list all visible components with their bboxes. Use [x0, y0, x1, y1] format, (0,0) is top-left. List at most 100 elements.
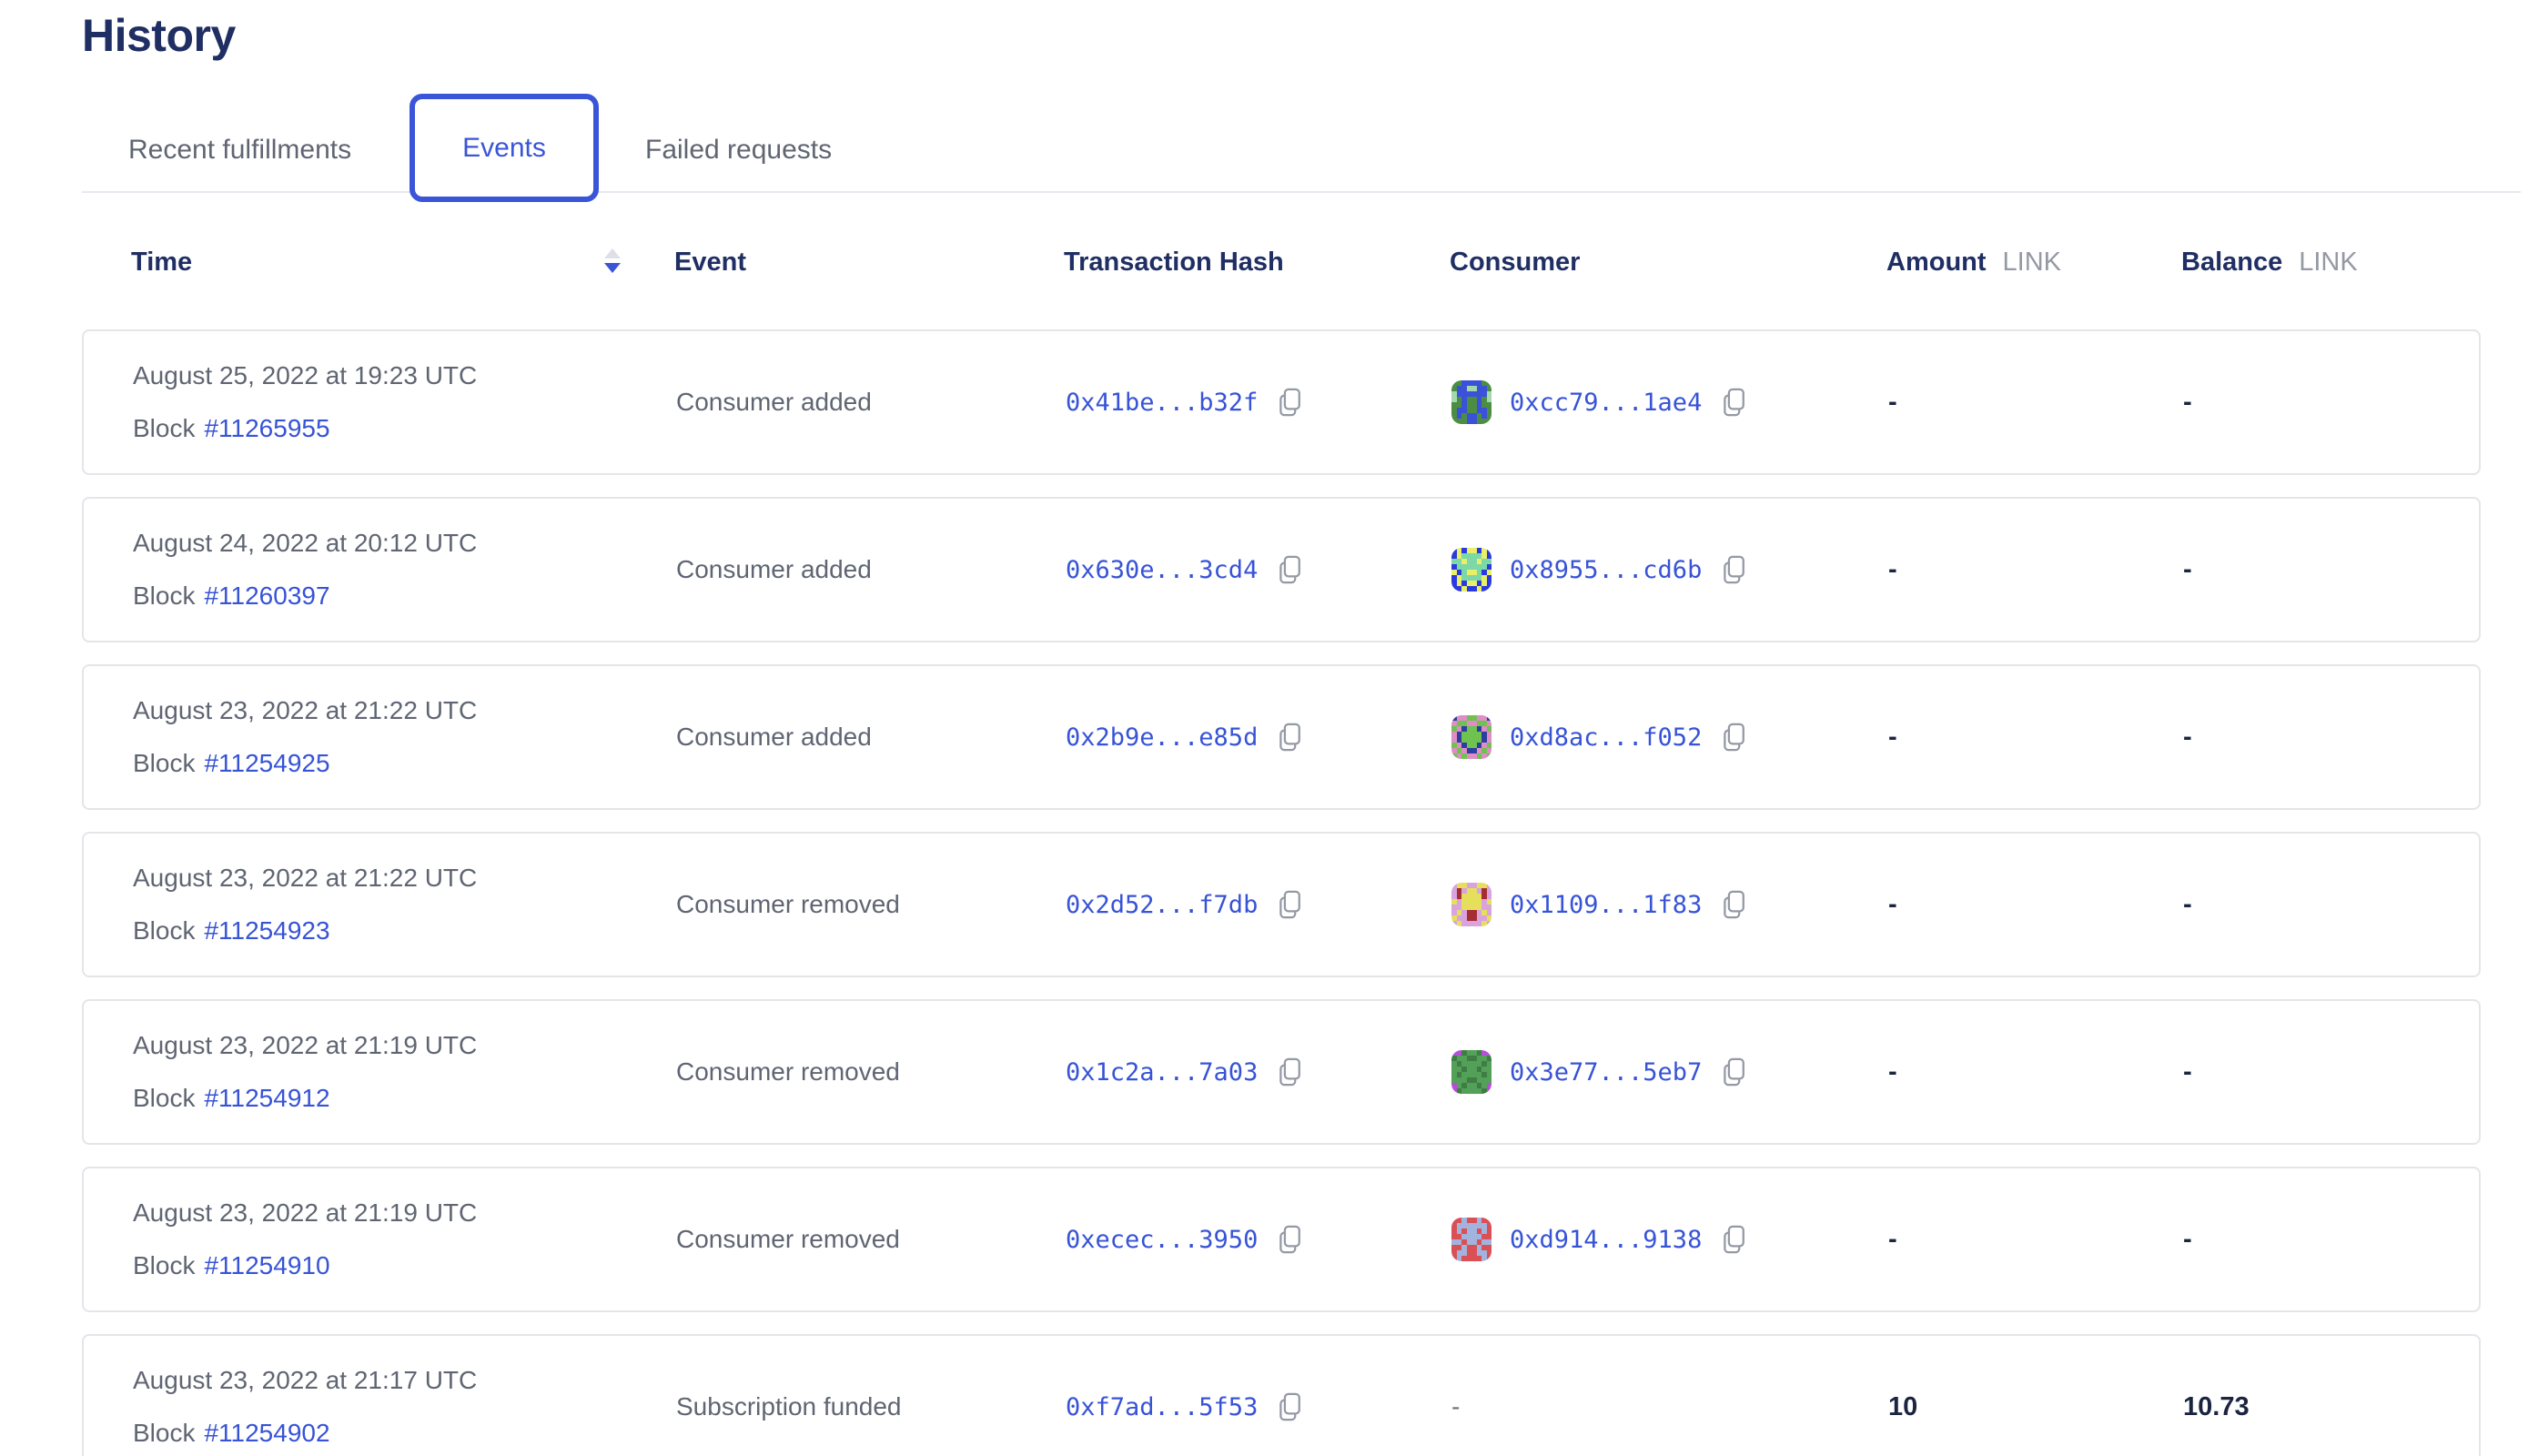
tab-events-label: Events — [462, 133, 546, 164]
balance-cell: 10.73 — [2183, 1336, 2250, 1456]
time-cell: August 23, 2022 at 21:17 UTC Block #11254… — [133, 1336, 477, 1456]
table-row: August 23, 2022 at 21:19 UTC Block #11254… — [82, 1167, 2481, 1312]
table-row: August 23, 2022 at 21:19 UTC Block #11254… — [82, 999, 2481, 1145]
consumer-address-link[interactable]: 0xd8ac...f052 — [1510, 723, 1702, 752]
tab-recent-fulfillments[interactable]: Recent fulfillments — [128, 135, 351, 166]
column-header-transaction-hash: Transaction Hash — [1064, 248, 1284, 278]
tx-copy-icon[interactable] — [1276, 554, 1303, 585]
block-label: Block — [133, 1419, 195, 1447]
column-header-event: Event — [674, 248, 746, 278]
table-row: August 24, 2022 at 20:12 UTC Block#11260… — [82, 497, 2481, 642]
tab-failed-requests[interactable]: Failed requests — [645, 135, 832, 166]
consumer-cell: 0x1109...1f83 — [1451, 834, 1747, 976]
amount-cell: - — [1888, 666, 1897, 808]
block-label: Block — [133, 916, 195, 945]
row-block: Block #11254902 — [133, 1419, 477, 1448]
consumer-cell: 0x8955...cd6b — [1451, 499, 1747, 641]
tx-copy-icon[interactable] — [1276, 722, 1303, 753]
row-date: August 23, 2022 at 21:17 UTC — [133, 1366, 477, 1395]
tx-hash-link[interactable]: 0xecec...3950 — [1066, 1226, 1258, 1254]
amount-cell: - — [1888, 1001, 1897, 1143]
column-header-time[interactable]: Time — [131, 248, 192, 278]
consumer-cell: 0xd8ac...f052 — [1451, 666, 1747, 808]
row-date: August 23, 2022 at 21:19 UTC — [133, 1198, 477, 1228]
consumer-address-link[interactable]: 0x3e77...5eb7 — [1510, 1058, 1702, 1087]
consumer-avatar — [1451, 380, 1492, 424]
time-cell: August 23, 2022 at 21:22 UTC Block#11254… — [133, 666, 477, 838]
amount-cell: - — [1888, 834, 1897, 976]
tx-hash-link[interactable]: 0x630e...3cd4 — [1066, 556, 1258, 584]
tab-events[interactable]: Events — [410, 94, 599, 202]
block-label: Block — [133, 1084, 195, 1112]
table-row: August 23, 2022 at 21:17 UTC Block #11254… — [82, 1334, 2481, 1456]
consumer-address-link[interactable]: 0x8955...cd6b — [1510, 556, 1702, 584]
consumer-cell: 0xd914...9138 — [1451, 1168, 1747, 1310]
tx-copy-icon[interactable] — [1276, 1057, 1303, 1087]
block-number-link[interactable]: #11254910 — [204, 1251, 329, 1279]
balance-cell: - — [2183, 499, 2192, 641]
tx-hash-link[interactable]: 0x1c2a...7a03 — [1066, 1058, 1258, 1087]
tx-copy-icon[interactable] — [1276, 387, 1303, 418]
event-cell: Consumer added — [676, 499, 872, 641]
transaction-hash-cell: 0x2b9e...e85d — [1066, 666, 1303, 808]
time-cell: August 23, 2022 at 21:19 UTC Block #11254… — [133, 1168, 477, 1340]
block-number-link[interactable]: #11260397 — [204, 581, 329, 610]
block-label: Block — [133, 414, 195, 442]
block-number-link[interactable]: #11254923 — [204, 916, 329, 945]
balance-cell: - — [2183, 834, 2192, 976]
event-cell: Consumer removed — [676, 1168, 900, 1310]
block-number-link[interactable]: #11254902 — [204, 1419, 329, 1447]
consumer-copy-icon[interactable] — [1720, 889, 1747, 920]
balance-label: Balance — [2181, 248, 2282, 278]
event-cell: Consumer added — [676, 666, 872, 808]
amount-unit-label: LINK — [2003, 248, 2061, 278]
row-block: Block #11265955 — [133, 414, 477, 443]
table-row: August 23, 2022 at 21:22 UTC Block#11254… — [82, 664, 2481, 810]
tx-hash-link[interactable]: 0x41be...b32f — [1066, 389, 1258, 417]
block-label: Block — [133, 1251, 195, 1279]
consumer-copy-icon[interactable] — [1720, 554, 1747, 585]
block-number-link[interactable]: #11254925 — [204, 749, 329, 777]
tx-copy-icon[interactable] — [1276, 1391, 1303, 1422]
consumer-cell: - — [1451, 1336, 1460, 1456]
balance-cell: - — [2183, 331, 2192, 473]
consumer-address-link[interactable]: 0xd914...9138 — [1510, 1226, 1702, 1254]
balance-unit-label: LINK — [2299, 248, 2357, 278]
row-date: August 25, 2022 at 19:23 UTC — [133, 361, 477, 390]
tx-hash-link[interactable]: 0x2d52...f7db — [1066, 891, 1258, 919]
tx-copy-icon[interactable] — [1276, 1224, 1303, 1255]
row-date: August 23, 2022 at 21:19 UTC — [133, 1031, 477, 1060]
history-page: History Recent fulfillments Events Faile… — [0, 0, 2528, 1456]
block-number-link[interactable]: #11265955 — [204, 414, 329, 442]
transaction-hash-cell: 0x1c2a...7a03 — [1066, 1001, 1303, 1143]
tx-copy-icon[interactable] — [1276, 889, 1303, 920]
row-date: August 23, 2022 at 21:22 UTC — [133, 696, 477, 725]
consumer-copy-icon[interactable] — [1720, 722, 1747, 753]
time-cell: August 23, 2022 at 21:19 UTC Block #11254… — [133, 1001, 477, 1173]
amount-cell: - — [1888, 331, 1897, 473]
event-cell: Consumer added — [676, 331, 872, 473]
time-cell: August 24, 2022 at 20:12 UTC Block#11260… — [133, 499, 477, 671]
amount-cell: 10 — [1888, 1336, 1917, 1456]
consumer-copy-icon[interactable] — [1720, 387, 1747, 418]
consumer-avatar — [1451, 1050, 1492, 1094]
block-label: Block — [133, 581, 195, 610]
tx-hash-link[interactable]: 0x2b9e...e85d — [1066, 723, 1258, 752]
row-block: Block #11254923 — [133, 916, 477, 945]
event-cell: Consumer removed — [676, 1001, 900, 1143]
event-cell: Consumer removed — [676, 834, 900, 976]
consumer-address-link[interactable]: 0x1109...1f83 — [1510, 891, 1702, 919]
tx-hash-link[interactable]: 0xf7ad...5f53 — [1066, 1393, 1258, 1421]
consumer-address-link[interactable]: 0xcc79...1ae4 — [1510, 389, 1702, 417]
row-block: Block #11254912 — [133, 1084, 477, 1113]
event-cell: Subscription funded — [676, 1336, 902, 1456]
balance-cell: - — [2183, 1001, 2192, 1143]
transaction-hash-cell: 0x2d52...f7db — [1066, 834, 1303, 976]
sort-arrows-icon[interactable] — [603, 247, 622, 276]
transaction-hash-cell: 0x630e...3cd4 — [1066, 499, 1303, 641]
consumer-copy-icon[interactable] — [1720, 1224, 1747, 1255]
transaction-hash-cell: 0xf7ad...5f53 — [1066, 1336, 1303, 1456]
consumer-copy-icon[interactable] — [1720, 1057, 1747, 1087]
block-number-link[interactable]: #11254912 — [204, 1084, 329, 1112]
row-block: Block #11260397 — [133, 581, 477, 611]
